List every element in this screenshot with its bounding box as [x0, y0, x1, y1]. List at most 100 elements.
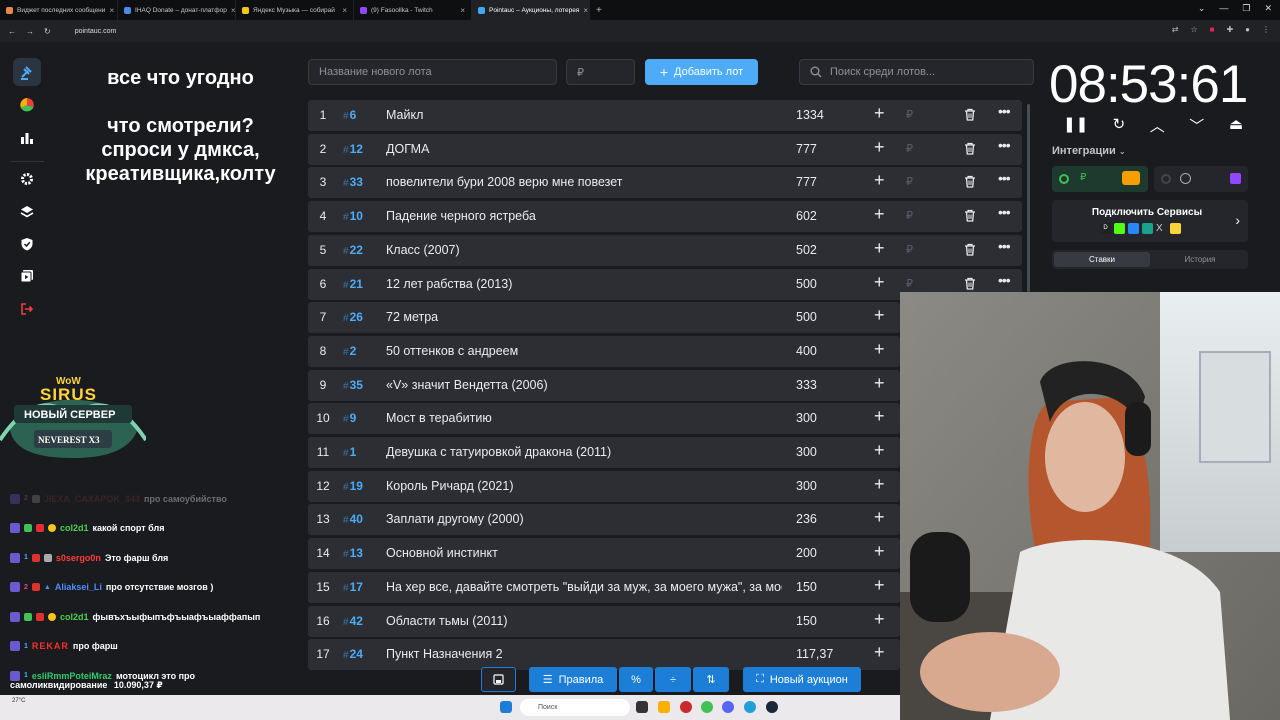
chevron-down-icon[interactable]: ﹀ [1189, 115, 1204, 135]
lot-name[interactable]: На хер все, давайте смотреть "выйди за м… [386, 580, 782, 594]
collapse-up-icon[interactable]: ⏏ [1229, 115, 1243, 135]
add-amount-icon[interactable]: + [874, 238, 885, 259]
add-amount-icon[interactable]: + [874, 440, 885, 461]
lot-row[interactable]: 15 #17 На хер все, давайте смотреть "выйди… [308, 571, 900, 603]
add-amount-icon[interactable]: + [874, 642, 885, 663]
add-amount-icon[interactable]: + [874, 103, 885, 124]
add-amount-icon[interactable]: + [874, 541, 885, 562]
close-tab-icon[interactable]: × [342, 6, 347, 15]
lot-amount[interactable]: 602 [796, 209, 817, 223]
tab-search-icon[interactable]: ⌄ [1198, 3, 1206, 14]
delete-lot-icon[interactable] [964, 142, 976, 158]
steam-icon[interactable] [766, 701, 778, 713]
lot-row[interactable]: 17 #24 Пункт Назначения 2 117,37 + [308, 639, 900, 671]
lot-name[interactable]: Класс (2007) [386, 243, 782, 257]
lot-name[interactable]: Падение черного ястреба [386, 209, 782, 223]
maximize-icon[interactable]: ❐ [1242, 3, 1250, 14]
app-icon[interactable] [680, 701, 692, 713]
browser-tab-2[interactable]: IHAQ Donate – донат-платфор × [118, 0, 236, 20]
lot-amount[interactable]: 300 [796, 411, 817, 425]
close-tab-icon[interactable]: × [460, 6, 465, 15]
lot-name[interactable]: повелители бури 2008 верю мне повезет [386, 175, 782, 189]
pause-icon[interactable]: ❚❚ [1063, 115, 1088, 135]
close-window-icon[interactable]: ✕ [1264, 3, 1272, 14]
lot-row[interactable]: 2 #12 ДОГМА 777 + ₽ ••• [308, 133, 1022, 165]
sort-button[interactable]: ⇅ [693, 667, 729, 692]
more-options-icon[interactable]: ••• [998, 272, 1011, 288]
integrations-toggle[interactable]: Интеграции ⌄ [1052, 145, 1126, 157]
lot-amount[interactable]: 300 [796, 479, 817, 493]
task-view-icon[interactable] [636, 701, 648, 713]
more-options-icon[interactable]: ••• [998, 204, 1011, 220]
lot-amount[interactable]: 117,37 [796, 647, 833, 661]
ruble-input-icon[interactable]: ₽ [906, 243, 913, 256]
lot-row[interactable]: 4 #10 Падение черного ястреба 602 + ₽ ••• [308, 201, 1022, 233]
lot-name[interactable]: 12 лет рабства (2013) [386, 277, 782, 291]
lot-row[interactable]: 12 #19 Король Ричард (2021) 300 + [308, 470, 900, 502]
lot-name[interactable]: Области тьмы (2011) [386, 614, 782, 628]
lot-name[interactable]: Майкл [386, 108, 782, 122]
sidebar-item-wheel[interactable] [13, 91, 41, 119]
lot-amount[interactable]: 236 [796, 512, 817, 526]
lot-name[interactable]: 50 оттенков с андреем [386, 344, 782, 358]
lot-amount[interactable]: 200 [796, 546, 817, 560]
close-tab-icon[interactable]: × [583, 6, 588, 15]
forward-icon[interactable]: → [26, 27, 34, 36]
ruble-input-icon[interactable]: ₽ [906, 175, 913, 188]
lot-name[interactable]: ДОГМА [386, 142, 782, 156]
chrome-icon[interactable] [701, 701, 713, 713]
back-icon[interactable]: ← [8, 27, 16, 36]
start-menu-icon[interactable] [500, 701, 512, 713]
close-tab-icon[interactable]: × [109, 6, 114, 15]
add-amount-icon[interactable]: + [874, 272, 885, 293]
delete-lot-icon[interactable] [964, 108, 976, 124]
browser-tab-4[interactable]: (9) Fasoollka - Twitch × [354, 0, 472, 20]
new-tab-icon[interactable]: + [590, 5, 608, 16]
browser-tab-5[interactable]: Pointauc – Аукционы, лотерея × [472, 0, 590, 20]
add-amount-icon[interactable]: + [874, 305, 885, 326]
reload-icon[interactable]: ↻ [44, 27, 51, 36]
more-options-icon[interactable]: ••• [998, 103, 1011, 119]
add-amount-icon[interactable]: + [874, 406, 885, 427]
lot-amount[interactable]: 500 [796, 310, 817, 324]
lot-row[interactable]: 16 #42 Области тьмы (2011) 150 + [308, 605, 900, 637]
lot-row[interactable]: 1 #6 Майкл 1334 + ₽ ••• [308, 100, 1022, 131]
sidebar-item-layers[interactable] [13, 198, 41, 226]
browser-menu-icon[interactable]: ⋮ [1262, 25, 1270, 34]
lot-name[interactable]: Мост в терабитию [386, 411, 782, 425]
connect-services-card[interactable]: Подключить Сервисы D X › [1052, 200, 1248, 242]
add-amount-icon[interactable]: + [874, 575, 885, 596]
delete-lot-icon[interactable] [964, 175, 976, 191]
tab-bids[interactable]: Ставки [1054, 252, 1150, 267]
sidebar-item-videos[interactable] [13, 262, 41, 290]
extension-icon[interactable]: ■ [1210, 25, 1215, 34]
translate-icon[interactable]: ⇄ [1172, 25, 1179, 34]
lot-amount[interactable]: 502 [796, 243, 817, 257]
profile-avatar-icon[interactable]: ● [1245, 25, 1250, 34]
lot-amount[interactable]: 777 [796, 142, 817, 156]
ruble-input-icon[interactable]: ₽ [906, 277, 913, 290]
lot-row[interactable]: 10 #9 Мост в терабитию 300 + [308, 403, 900, 435]
lot-list-scrollbar[interactable] [1027, 104, 1030, 292]
delete-lot-icon[interactable] [964, 209, 976, 225]
more-options-icon[interactable]: ••• [998, 238, 1011, 254]
lot-amount[interactable]: 150 [796, 580, 817, 594]
lot-row[interactable]: 14 #13 Основной инстинкт 200 + [308, 538, 900, 570]
lot-amount[interactable]: 300 [796, 445, 817, 459]
lot-row[interactable]: 8 #2 50 оттенков с андреем 400 + [308, 335, 900, 367]
add-amount-icon[interactable]: + [874, 373, 885, 394]
new-lot-name-input[interactable]: Название нового лота [308, 59, 557, 85]
ruble-input-icon[interactable]: ₽ [906, 209, 913, 222]
lot-name[interactable]: 72 метра [386, 310, 782, 324]
rules-button[interactable]: ☰ Правила [529, 667, 617, 692]
taskbar-search[interactable]: Поиск [520, 699, 630, 716]
delete-lot-icon[interactable] [964, 243, 976, 259]
minimize-icon[interactable]: — [1219, 3, 1228, 14]
ruble-input-icon[interactable]: ₽ [906, 108, 913, 121]
percent-button[interactable]: % [619, 667, 653, 692]
close-tab-icon[interactable]: × [231, 6, 235, 15]
tab-history[interactable]: История [1152, 250, 1248, 269]
lot-name[interactable]: Основной инстинкт [386, 546, 782, 560]
file-explorer-icon[interactable] [658, 701, 670, 713]
lot-name[interactable]: «V» значит Вендетта (2006) [386, 378, 782, 392]
